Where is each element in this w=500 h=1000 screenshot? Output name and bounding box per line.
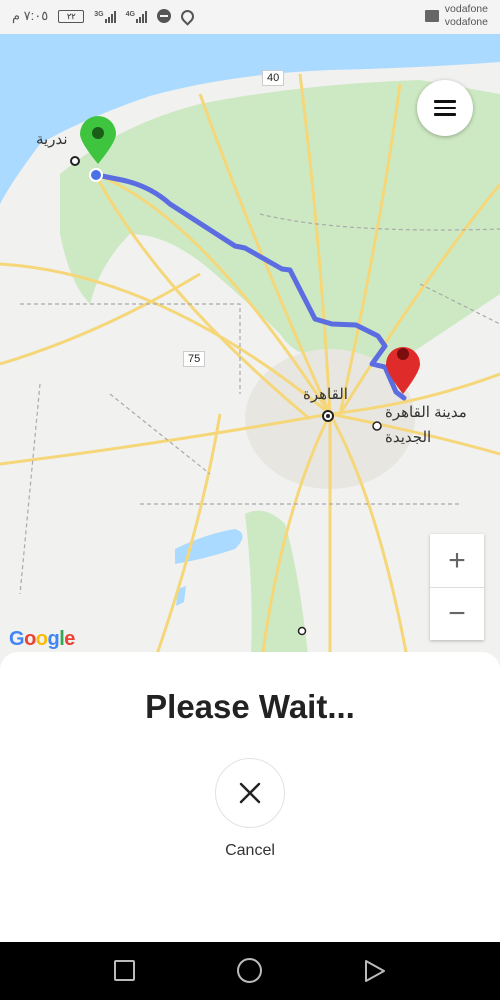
network-type-1: 3G [94,10,104,18]
carrier-names: vodafone vodafone [445,3,488,29]
signal-2-icon: 4G [126,10,147,23]
status-bar: ٧:٠٥ م ٢٢ 3G 4G vodafone vodafone [0,0,500,34]
status-left-group: ٧:٠٥ م ٢٢ 3G 4G [12,6,197,26]
battery-icon: ٢٢ [58,9,85,23]
network-type-2: 4G [125,10,135,18]
status-right-group: vodafone vodafone [424,3,488,29]
road-badge-75: 75 [183,351,206,367]
carrier-1: vodafone [444,3,488,15]
home-button[interactable] [237,958,262,983]
map-canvas [0,34,500,674]
back-button[interactable] [364,959,386,983]
menu-button[interactable] [417,80,473,136]
map-view[interactable]: ندرية القاهرة مدينة القاهرة الجديدة 40 7… [0,34,500,674]
new-cairo-label-line2: الجديدة [385,429,432,446]
recents-button[interactable] [114,960,135,981]
lake-area [175,529,243,564]
carrier-2: vodafone [444,16,488,28]
zoom-out-button[interactable]: − [430,587,484,640]
cancel-button[interactable] [215,758,285,828]
google-logo: Google [9,628,75,650]
new-cairo-dot [372,421,382,431]
zoom-in-button[interactable]: + [430,534,484,587]
image-notification-icon [424,10,439,22]
system-nav-bar [0,942,500,1000]
cancel-label: Cancel [225,842,275,859]
hamburger-icon [434,100,456,103]
signal-1-icon: 3G [94,10,116,23]
road-badge-40: 40 [262,70,285,86]
new-cairo-label-line1: مدينة القاهرة [385,404,467,421]
bottom-sheet: Please Wait... Cancel [0,652,500,942]
south-dot [297,626,307,636]
please-wait-title: Please Wait... [145,688,355,725]
do-not-disturb-icon [156,9,171,23]
zoom-controls: + − [430,534,484,640]
origin-point [89,168,103,182]
origin-city-label: ندرية [36,131,68,148]
location-icon [178,6,197,26]
close-icon [239,782,261,804]
cairo-label: القاهرة [303,386,348,403]
clock: ٧:٠٥ م [12,8,49,23]
alexandria-dot [70,156,80,166]
valley-green-area [245,510,310,674]
